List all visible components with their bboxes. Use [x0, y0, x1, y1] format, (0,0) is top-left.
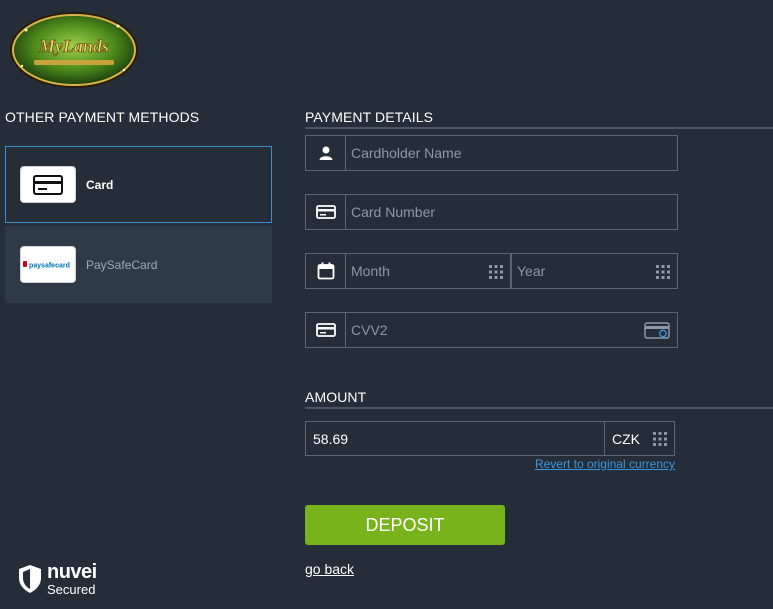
currency-value: CZK: [612, 430, 640, 447]
method-paysafecard[interactable]: paysafecard PaySafeCard: [5, 226, 272, 303]
nuvei-name: nuvei: [47, 561, 97, 583]
method-paysafecard-label: PaySafeCard: [86, 257, 158, 272]
cardholder-input[interactable]: [346, 136, 677, 170]
year-picker-icon[interactable]: [656, 265, 670, 279]
currency-select[interactable]: CZK: [604, 421, 675, 456]
payment-details-title: PAYMENT DETAILS: [305, 109, 434, 125]
amount-title: AMOUNT: [305, 389, 367, 405]
card-number-field: [305, 194, 678, 230]
revert-currency-link[interactable]: Revert to original currency: [535, 457, 675, 471]
card-icon: [306, 195, 346, 229]
month-picker-icon[interactable]: [489, 265, 503, 279]
amount-field: [305, 421, 605, 456]
calendar-icon: [306, 254, 346, 288]
mylands-logo: MyLands: [10, 12, 138, 88]
currency-picker-icon: [653, 432, 667, 446]
amount-divider: [305, 407, 773, 409]
month-input[interactable]: [346, 254, 510, 288]
shield-icon: [19, 565, 41, 593]
cardholder-field: [305, 135, 678, 171]
svg-text:paysafecard: paysafecard: [29, 262, 70, 269]
card-icon: [306, 313, 346, 347]
year-field: [511, 253, 678, 289]
payment-details-divider: [305, 127, 773, 129]
cvv-field: [305, 312, 678, 348]
user-icon: [306, 136, 346, 170]
nuvei-secured-label: Secured: [47, 582, 96, 597]
year-input[interactable]: [512, 254, 677, 288]
cvv-input[interactable]: [346, 313, 677, 347]
card-number-input[interactable]: [346, 195, 677, 229]
amount-input[interactable]: [306, 430, 604, 447]
paysafecard-logo: paysafecard: [20, 246, 76, 283]
logo-wordmark: MyLands: [38, 36, 109, 56]
other-methods-title: OTHER PAYMENT METHODS: [5, 109, 200, 125]
go-back-link[interactable]: go back: [305, 561, 354, 577]
method-card[interactable]: Card: [5, 146, 272, 223]
deposit-button[interactable]: DEPOSIT: [305, 505, 505, 545]
cvv-info-icon[interactable]: [644, 322, 670, 339]
method-card-label: Card: [86, 177, 114, 192]
month-field: [305, 253, 511, 289]
nuvei-secured-badge: nuvei Secured: [17, 562, 97, 596]
credit-card-icon: [20, 166, 76, 203]
